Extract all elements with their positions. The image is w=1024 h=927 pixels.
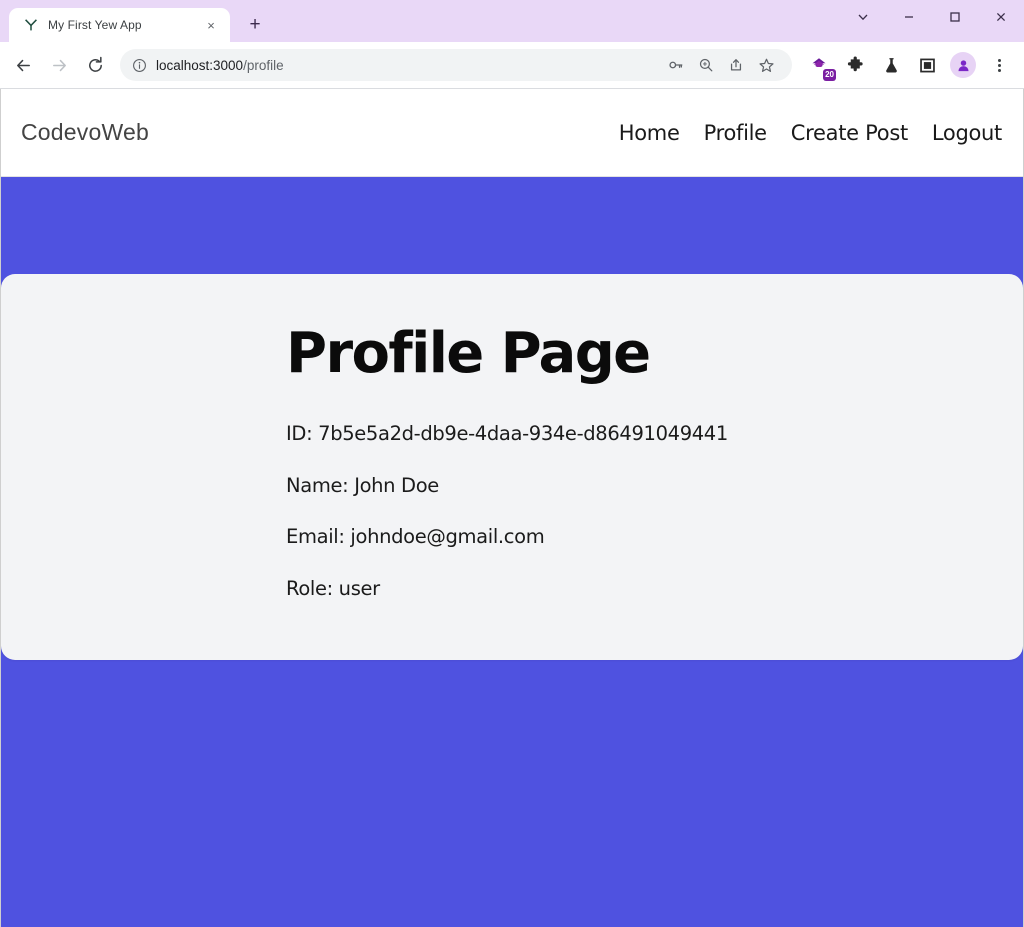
zoom-search-icon[interactable]	[692, 51, 720, 79]
info-circle-icon[interactable]	[132, 58, 147, 73]
extension-badge-count: 20	[823, 69, 836, 81]
menu-dots	[997, 58, 1001, 72]
browser-window: My First Yew App × + localhost:3000/prof…	[0, 0, 1024, 927]
nav-link-home[interactable]: Home	[619, 121, 680, 145]
reload-icon[interactable]	[78, 48, 112, 82]
extension-icon-wrap: 20	[804, 50, 836, 81]
site-header: CodevoWeb Home Profile Create Post Logou…	[1, 89, 1023, 177]
browser-titlebar: My First Yew App × +	[0, 0, 1024, 42]
address-bar-actions	[662, 51, 780, 79]
share-icon[interactable]	[722, 51, 750, 79]
close-icon[interactable]	[978, 0, 1024, 33]
nav-link-profile[interactable]: Profile	[704, 121, 768, 145]
back-arrow-icon[interactable]	[6, 48, 40, 82]
password-key-icon[interactable]	[662, 51, 690, 79]
new-tab-button[interactable]: +	[240, 9, 270, 39]
bookmark-star-icon[interactable]	[752, 51, 780, 79]
browser-tab[interactable]: My First Yew App ×	[9, 8, 230, 42]
purple-extension-icon[interactable]: 20	[802, 48, 836, 82]
page-title: Profile Page	[286, 321, 651, 386]
minimize-icon[interactable]	[886, 0, 932, 33]
profile-field-role: Role: user	[286, 576, 380, 600]
profile-field-name: Name: John Doe	[286, 473, 439, 497]
three-dot-menu-icon[interactable]	[982, 48, 1016, 82]
profile-card-content: Profile Page ID: 7b5e5a2d-db9e-4daa-934e…	[1, 321, 1023, 600]
site-brand[interactable]: CodevoWeb	[21, 119, 149, 146]
tab-title: My First Yew App	[48, 18, 142, 32]
tab-search-chevron-icon[interactable]	[840, 0, 886, 33]
profile-avatar-icon[interactable]	[950, 52, 976, 78]
window-controls	[840, 0, 1024, 42]
tab-strip: My First Yew App × +	[0, 0, 270, 42]
forward-arrow-icon[interactable]	[42, 48, 76, 82]
profile-card: Profile Page ID: 7b5e5a2d-db9e-4daa-934e…	[1, 274, 1023, 660]
url-path: /profile	[243, 57, 284, 73]
yew-logo-icon	[23, 17, 39, 33]
page-viewport: CodevoWeb Home Profile Create Post Logou…	[0, 89, 1024, 927]
tab-close-icon[interactable]: ×	[202, 16, 220, 34]
maximize-icon[interactable]	[932, 0, 978, 33]
address-bar-url: localhost:3000/profile	[156, 58, 284, 73]
hero-spacer	[1, 177, 1023, 274]
nav-link-create-post[interactable]: Create Post	[791, 121, 908, 145]
flask-experiments-icon[interactable]	[874, 48, 908, 82]
profile-field-email: Email: johndoe@gmail.com	[286, 525, 545, 549]
split-screen-icon[interactable]	[910, 48, 944, 82]
address-bar[interactable]: localhost:3000/profile	[120, 49, 792, 81]
nav-link-logout[interactable]: Logout	[932, 121, 1002, 145]
extensions-puzzle-icon[interactable]	[838, 48, 872, 82]
browser-toolbar: localhost:3000/profile 20	[0, 42, 1024, 89]
main-navigation: Home Profile Create Post Logout	[619, 121, 1003, 145]
profile-field-id: ID: 7b5e5a2d-db9e-4daa-934e-d86491049441	[286, 422, 728, 446]
url-host: localhost:3000	[156, 57, 244, 73]
